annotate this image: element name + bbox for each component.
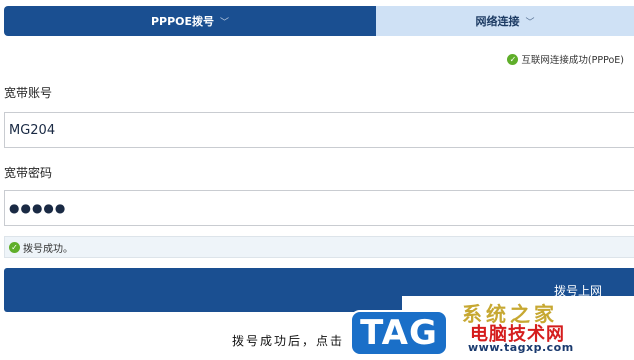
chevron-down-icon: ﹀ xyxy=(525,17,535,28)
dial-status-bar: ✓ 拨号成功。 xyxy=(4,236,634,258)
internet-connection-status: ✓ 互联网连接成功(PPPoE) xyxy=(507,52,624,66)
router-settings-page: PPPOE拨号 ﹀ 网络连接 ﹀ ✓ 互联网连接成功(PPPoE) 宽带账号 M… xyxy=(0,0,634,360)
watermark-logo: TAG 系统之家 电脑技术网 www.tagxp.com xyxy=(350,296,634,360)
watermark-url: www.tagxp.com xyxy=(468,341,574,354)
password-input[interactable]: ●●●●● xyxy=(4,190,634,226)
account-label: 宽带账号 xyxy=(4,86,53,100)
chevron-down-icon: ﹀ xyxy=(220,17,230,28)
watermark-badge: TAG xyxy=(350,310,448,356)
tab-bar: PPPOE拨号 ﹀ 网络连接 ﹀ xyxy=(4,6,634,36)
account-input[interactable]: MG204 xyxy=(4,112,634,148)
internet-connection-status-text: 互联网连接成功(PPPoE) xyxy=(521,55,624,66)
instruction-text: 拨号成功后，点击 xyxy=(232,334,345,348)
dial-status-text: 拨号成功。 xyxy=(23,243,73,255)
tab-network-connection[interactable]: 网络连接 ﹀ xyxy=(376,6,634,36)
tab-pppoe-dial-label: PPPOE拨号 xyxy=(150,15,215,28)
password-label: 宽带密码 xyxy=(4,166,53,180)
tab-pppoe-dial[interactable]: PPPOE拨号 ﹀ xyxy=(4,6,376,36)
check-circle-icon: ✓ xyxy=(507,53,519,65)
check-circle-icon: ✓ xyxy=(9,241,20,253)
tab-network-connection-label: 网络连接 xyxy=(475,15,520,28)
